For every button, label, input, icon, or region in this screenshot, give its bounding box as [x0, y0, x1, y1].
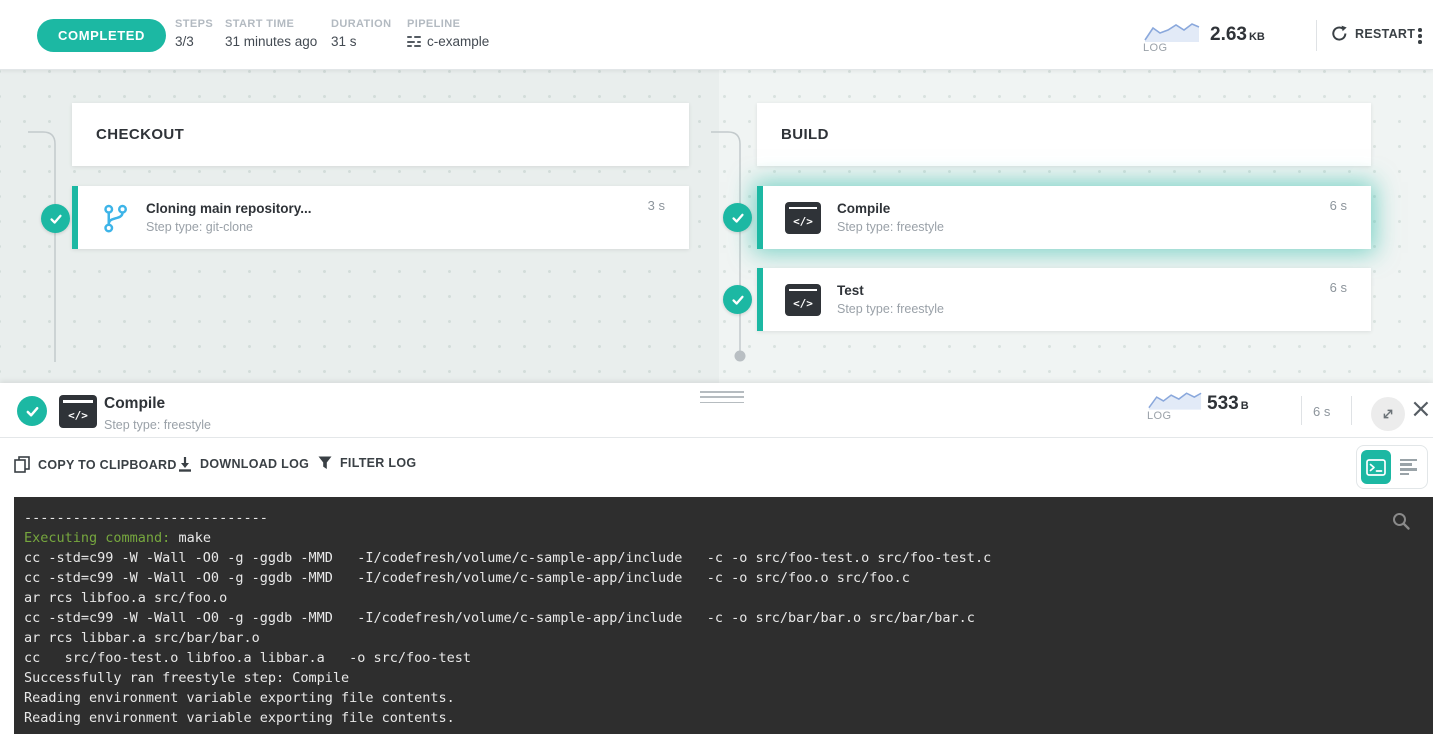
text-view-button[interactable] [1393, 450, 1423, 484]
meta-steps-label: STEPS [175, 18, 213, 30]
step-subtitle: Step type: freestyle [837, 302, 944, 316]
step-title: Test [837, 283, 944, 298]
log-label: LOG [1143, 42, 1201, 54]
step-card-test[interactable]: </> Test Step type: freestyle 6 s [757, 268, 1371, 331]
download-icon [178, 456, 192, 472]
log-sparkline-icon [1147, 389, 1203, 411]
meta-steps: STEPS 3/3 [175, 18, 213, 49]
copy-icon [14, 456, 30, 473]
panel-step-subtitle: Step type: freestyle [104, 418, 211, 432]
panel-step-title: Compile [104, 395, 165, 413]
step-subtitle: Step type: freestyle [837, 220, 944, 234]
download-label: DOWNLOAD LOG [200, 457, 309, 471]
build-view: COMPLETED STEPS 3/3 START TIME 31 minute… [0, 0, 1433, 740]
status-badge: COMPLETED [37, 19, 166, 52]
code-icon: </> [785, 284, 821, 316]
meta-pipeline-label: PIPELINE [407, 18, 489, 30]
log-lines: ------------------------------Executing … [24, 508, 1423, 728]
check-icon [41, 204, 70, 233]
filter-label: FILTER LOG [340, 456, 416, 470]
copy-label: COPY TO CLIPBOARD [38, 458, 177, 472]
terminal-view-button[interactable] [1361, 450, 1391, 484]
step-title: Cloning main repository... [146, 201, 312, 216]
log-label: LOG [1147, 410, 1203, 422]
terminal-view-icon [1366, 459, 1386, 476]
copy-to-clipboard-button[interactable]: COPY TO CLIPBOARD [14, 456, 177, 473]
divider [1351, 396, 1352, 425]
log-line: ar rcs libbar.a src/bar/bar.o [24, 628, 1423, 648]
step-log-size-unit: B [1241, 400, 1249, 412]
meta-duration-label: DURATION [331, 18, 391, 30]
panel-step-duration: 6 s [1313, 404, 1330, 419]
build-log-widget[interactable]: LOG [1143, 21, 1201, 54]
log-line: cc -std=c99 -W -Wall -O0 -g -ggdb -MMD -… [24, 568, 1423, 588]
meta-duration: DURATION 31 s [331, 18, 391, 49]
check-icon [723, 285, 752, 314]
code-icon: </> [785, 202, 821, 234]
step-duration: 6 s [1330, 280, 1347, 295]
meta-start-time: START TIME 31 minutes ago [225, 18, 317, 49]
kebab-menu-icon[interactable] [1412, 26, 1428, 46]
download-log-button[interactable]: DOWNLOAD LOG [178, 456, 309, 472]
log-line: Reading environment variable exporting f… [24, 688, 1423, 708]
step-card-compile[interactable]: </> Compile Step type: freestyle 6 s [757, 186, 1371, 249]
text-view-icon [1400, 459, 1417, 476]
stage-header-checkout: CHECKOUT [72, 103, 689, 166]
top-bar: COMPLETED STEPS 3/3 START TIME 31 minute… [0, 0, 1433, 70]
step-duration: 6 s [1330, 198, 1347, 213]
meta-pipeline-value-row[interactable]: c-example [407, 34, 489, 49]
git-branch-icon [100, 203, 130, 233]
stage-name: CHECKOUT [96, 126, 184, 143]
stage-name: BUILD [781, 126, 829, 143]
step-card-git-clone[interactable]: Cloning main repository... Step type: gi… [72, 186, 689, 249]
meta-duration-value: 31 s [331, 34, 391, 49]
log-line: ------------------------------ [24, 508, 1423, 528]
step-title: Compile [837, 201, 944, 216]
log-view-toggle [1356, 445, 1428, 489]
code-icon: </> [59, 395, 97, 428]
panel-header: </> Compile Step type: freestyle LOG 533… [0, 383, 1433, 438]
pipeline-canvas: CHECKOUT Cloning main repository... Step… [0, 70, 1433, 383]
log-line: Successfully ran freestyle step: Compile [24, 668, 1423, 688]
step-duration: 3 s [648, 198, 665, 213]
log-line: Reading environment variable exporting f… [24, 708, 1423, 728]
meta-start-time-label: START TIME [225, 18, 317, 30]
check-icon [723, 203, 752, 232]
meta-steps-value: 3/3 [175, 34, 213, 49]
stage-header-build: BUILD [757, 103, 1371, 166]
log-size-unit: KB [1249, 31, 1265, 43]
log-line: cc -std=c99 -W -Wall -O0 -g -ggdb -MMD -… [24, 548, 1423, 568]
step-subtitle: Step type: git-clone [146, 220, 312, 234]
restart-button[interactable]: RESTART [1331, 25, 1415, 42]
pipeline-name: c-example [427, 34, 489, 49]
step-detail-panel: </> Compile Step type: freestyle LOG 533… [0, 383, 1433, 740]
divider [1316, 20, 1317, 51]
step-log-widget[interactable]: LOG [1147, 389, 1203, 422]
log-sparkline-icon [1143, 21, 1201, 43]
restart-icon [1331, 25, 1348, 42]
filter-log-button[interactable]: FILTER LOG [318, 456, 416, 470]
log-line: cc -std=c99 -W -Wall -O0 -g -ggdb -MMD -… [24, 608, 1423, 628]
expand-icon [1380, 406, 1396, 422]
divider [1301, 396, 1302, 425]
log-line: cc src/foo-test.o libfoo.a libbar.a -o s… [24, 648, 1423, 668]
step-log-size: 533B [1207, 393, 1249, 415]
filter-icon [318, 456, 332, 470]
search-icon[interactable] [1391, 511, 1411, 531]
meta-pipeline: PIPELINE c-example [407, 18, 489, 49]
log-size: 2.63KB [1210, 24, 1265, 46]
log-line: Executing command: make [24, 528, 1423, 548]
restart-label: RESTART [1355, 27, 1415, 41]
check-icon [17, 396, 47, 426]
close-icon[interactable]: × [1410, 392, 1432, 426]
meta-start-time-value: 31 minutes ago [225, 34, 317, 49]
log-line: ar rcs libfoo.a src/foo.o [24, 588, 1423, 608]
terminal-log[interactable]: ------------------------------Executing … [14, 497, 1433, 734]
expand-panel-button[interactable] [1371, 397, 1405, 431]
log-toolbar: COPY TO CLIPBOARD DOWNLOAD LOG FILTER LO… [0, 438, 1433, 497]
pipeline-icon [407, 36, 421, 47]
